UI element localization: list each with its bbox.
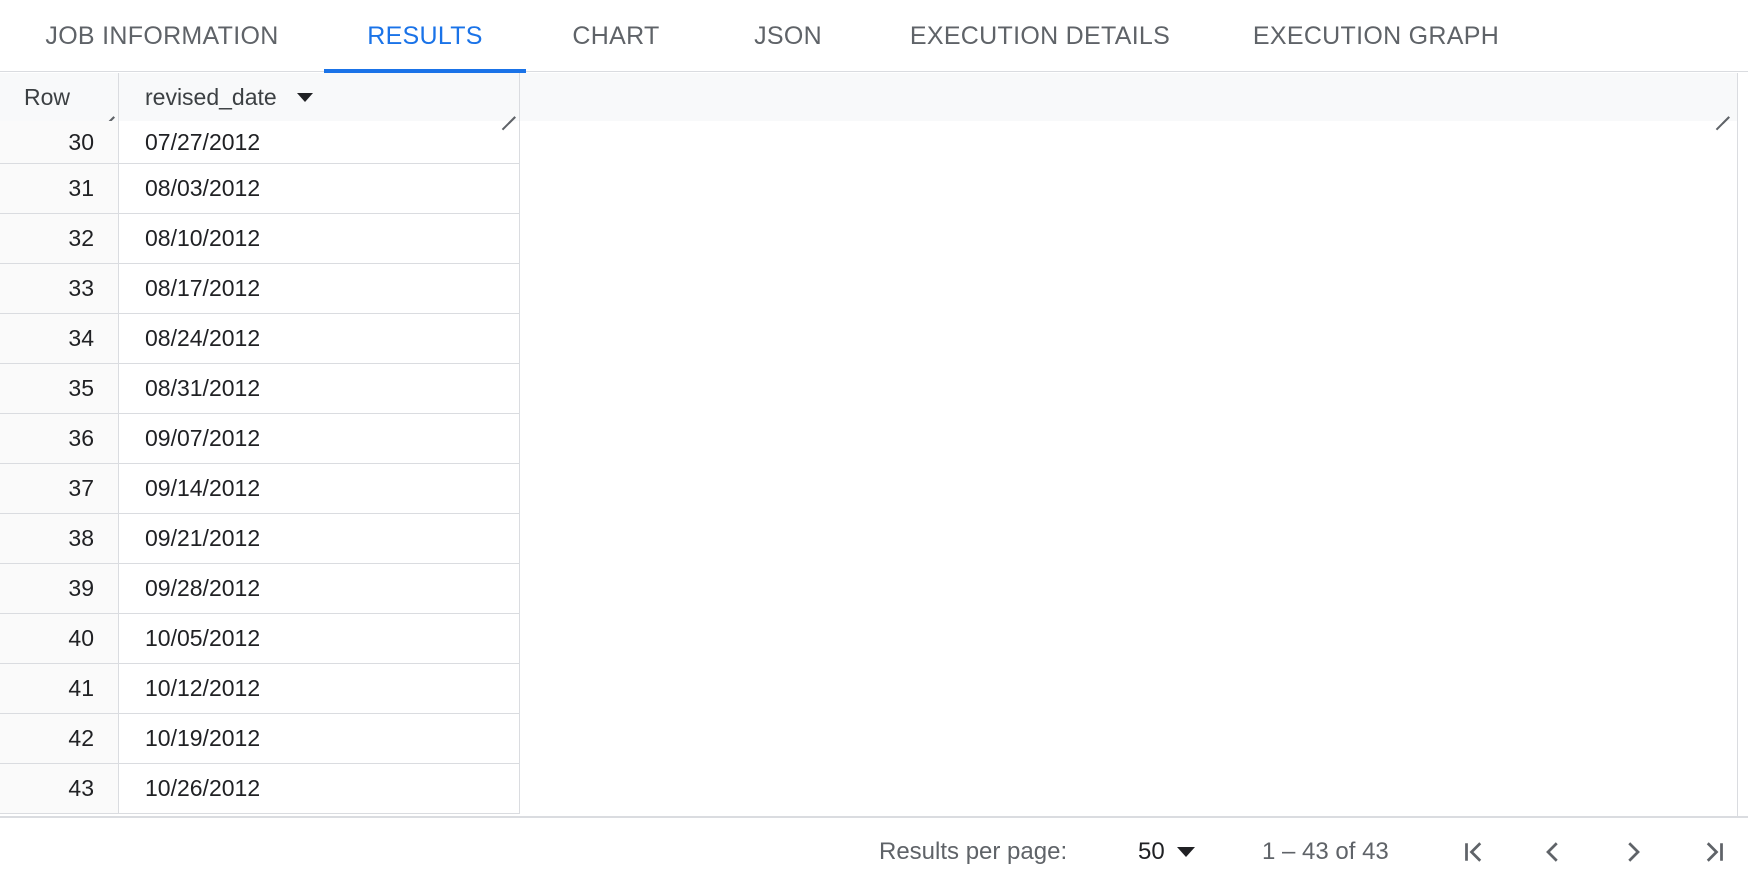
last-page-icon [1706, 842, 1723, 862]
results-per-page-select[interactable]: 50 [1138, 838, 1195, 866]
revised-date-cell[interactable]: 10/12/2012 [119, 664, 520, 713]
last-page-button[interactable] [1694, 832, 1734, 872]
revised-date-cell[interactable]: 10/19/2012 [119, 714, 520, 763]
revised-date-cell[interactable]: 09/07/2012 [119, 414, 520, 463]
column-header-revised-date-label: revised_date [145, 83, 277, 110]
results-per-page-value: 50 [1138, 838, 1165, 865]
column-resize-handle-icon[interactable] [501, 103, 515, 117]
first-page-icon [1465, 842, 1482, 862]
revised-date-cell[interactable]: 08/10/2012 [119, 214, 520, 263]
revised-date-cell[interactable]: 10/05/2012 [119, 614, 520, 663]
table-row[interactable]: 39 09/28/2012 [0, 564, 520, 614]
row-number-cell: 42 [0, 714, 119, 763]
table-row[interactable]: 32 08/10/2012 [0, 214, 520, 264]
results-grid: Row revised_date 30 07/27/2012 31 08/03/201… [0, 73, 1738, 817]
tab-chart[interactable]: CHART [548, 0, 684, 72]
revised-date-cell[interactable]: 08/24/2012 [119, 314, 520, 363]
revised-date-cell[interactable]: 08/31/2012 [119, 364, 520, 413]
row-number-cell: 43 [0, 764, 119, 813]
chevron-right-icon [1628, 842, 1640, 862]
row-number-cell: 34 [0, 314, 119, 363]
next-page-button[interactable] [1613, 832, 1653, 872]
row-number-cell: 37 [0, 464, 119, 513]
row-number-cell: 30 [0, 121, 119, 163]
table-row[interactable]: 36 09/07/2012 [0, 414, 520, 464]
tab-results[interactable]: RESULTS [324, 0, 526, 73]
column-header-row: Row [0, 73, 119, 121]
table-row[interactable]: 43 10/26/2012 [0, 764, 520, 814]
chevron-down-icon [1176, 847, 1195, 857]
pagination-range: 1 – 43 of 43 [1262, 838, 1389, 865]
results-tab-bar: JOB INFORMATION RESULTS CHART JSON EXECU… [0, 0, 1748, 73]
table-row[interactable]: 30 07/27/2012 [0, 121, 520, 164]
tab-execution-details[interactable]: EXECUTION DETAILS [900, 0, 1180, 72]
table-row[interactable]: 38 09/21/2012 [0, 514, 520, 564]
column-resize-handle-icon[interactable] [1715, 103, 1729, 117]
column-header-revised-date[interactable]: revised_date [119, 73, 520, 121]
revised-date-cell[interactable]: 09/14/2012 [119, 464, 520, 513]
row-number-cell: 35 [0, 364, 119, 413]
row-number-cell: 39 [0, 564, 119, 613]
previous-page-button[interactable] [1533, 832, 1573, 872]
tab-execution-graph[interactable]: EXECUTION GRAPH [1248, 0, 1504, 72]
results-per-page-label: Results per page: [879, 838, 1068, 865]
row-number-cell: 36 [0, 414, 119, 463]
first-page-button[interactable] [1454, 832, 1494, 872]
table-row[interactable]: 35 08/31/2012 [0, 364, 520, 414]
chevron-left-icon [1546, 842, 1558, 862]
pagination-bar: Results per page: 50 1 – 43 of 43 [0, 818, 1748, 884]
tab-json[interactable]: JSON [728, 0, 848, 72]
row-number-cell: 40 [0, 614, 119, 663]
column-menu-caret-icon[interactable] [296, 92, 313, 102]
row-number-cell: 33 [0, 264, 119, 313]
row-number-cell: 38 [0, 514, 119, 563]
table-row[interactable]: 37 09/14/2012 [0, 464, 520, 514]
table-row[interactable]: 31 08/03/2012 [0, 164, 520, 214]
grid-rows: 30 07/27/2012 31 08/03/2012 32 08/10/2012 33 08… [0, 121, 520, 814]
table-row[interactable]: 34 08/24/2012 [0, 314, 520, 364]
grid-header: Row revised_date [0, 73, 1737, 121]
revised-date-cell[interactable]: 09/28/2012 [119, 564, 520, 613]
column-header-row-label: Row [24, 83, 71, 110]
tab-job-information[interactable]: JOB INFORMATION [20, 0, 304, 72]
table-row[interactable]: 40 10/05/2012 [0, 614, 520, 664]
column-resize-handle-icon[interactable] [100, 103, 114, 117]
table-row[interactable]: 42 10/19/2012 [0, 714, 520, 764]
table-row[interactable]: 33 08/17/2012 [0, 264, 520, 314]
table-row[interactable]: 41 10/12/2012 [0, 664, 520, 714]
row-number-cell: 32 [0, 214, 119, 263]
row-number-cell: 41 [0, 664, 119, 713]
revised-date-cell[interactable]: 08/03/2012 [119, 164, 520, 213]
revised-date-cell[interactable]: 09/21/2012 [119, 514, 520, 563]
revised-date-cell[interactable]: 08/17/2012 [119, 264, 520, 313]
revised-date-cell[interactable]: 10/26/2012 [119, 764, 520, 813]
row-number-cell: 31 [0, 164, 119, 213]
revised-date-cell[interactable]: 07/27/2012 [119, 121, 520, 163]
